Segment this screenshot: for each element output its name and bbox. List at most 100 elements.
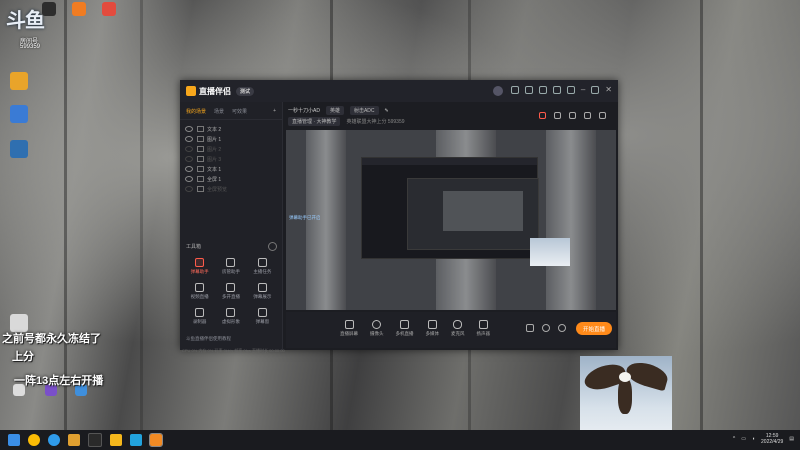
tool-room-manager[interactable]: 房管助手 — [215, 258, 246, 275]
notification-icon[interactable]: ▤ — [789, 436, 794, 442]
streaming-app-icon[interactable] — [149, 433, 163, 447]
bell-icon[interactable] — [584, 112, 591, 119]
source-item[interactable]: 全屏 1 — [180, 174, 282, 184]
desktop-icon[interactable] — [94, 2, 124, 16]
avatar-icon — [226, 308, 236, 317]
menu-icon[interactable] — [566, 86, 575, 94]
network-icon[interactable]: ▭ — [741, 436, 746, 442]
tab-effects[interactable]: 可效果 — [232, 108, 247, 115]
app-icon[interactable] — [88, 433, 102, 447]
tool-avatar[interactable]: 虚拟形象 — [215, 308, 246, 325]
settings-icon[interactable] — [569, 112, 576, 119]
multi-device-button[interactable]: 多机直播 — [396, 320, 414, 337]
tool-video-live[interactable]: 视频直播 — [184, 283, 215, 300]
volume-icon[interactable]: ◖ — [752, 436, 755, 442]
version-badge[interactable]: 测试 — [236, 86, 255, 96]
desktop-icon[interactable] — [4, 140, 34, 158]
close-icon[interactable]: ✕ — [605, 86, 612, 96]
desktop-icon[interactable] — [64, 2, 94, 16]
tool-danmu-display[interactable]: 弹幕展示 — [247, 283, 278, 300]
manage-pill[interactable]: 直播管理 · 大神教学 — [288, 117, 341, 126]
media-icon — [427, 320, 437, 329]
eye-icon[interactable] — [185, 166, 193, 172]
tutorial-link[interactable]: 斗鱼直播伴侣使用教程 — [186, 336, 231, 342]
wallpaper-streak — [64, 0, 67, 430]
desktop-icon[interactable] — [4, 72, 34, 90]
category-pill[interactable]: 英雄 — [325, 106, 344, 115]
toolbox-settings-icon[interactable] — [268, 242, 277, 251]
source-item[interactable]: 图片 1 — [180, 134, 282, 144]
stream-preview[interactable]: 弹幕助手已开启 — [286, 130, 616, 310]
source-item[interactable]: 文本 2 — [180, 124, 282, 134]
overlay-line: 之前号都永久冻结了 — [2, 333, 101, 345]
streaming-app-window: 直播伴侣 测试 – ✕ 我的场景 场景 可效果 + 文本 2 图片 1 图片 2… — [180, 80, 618, 353]
microphone-button[interactable]: 麦克风 — [451, 320, 465, 337]
taskbar: ^ ▭ ◖ 12:59 2022/4/29 ▤ — [0, 430, 800, 450]
eye-icon[interactable] — [185, 126, 193, 132]
app-icon[interactable] — [130, 434, 142, 446]
eye-icon[interactable] — [185, 176, 193, 182]
danmu-icon — [195, 258, 205, 267]
image-source-icon — [197, 156, 204, 162]
lock-icon[interactable] — [554, 112, 561, 119]
add-scene-icon[interactable]: + — [273, 108, 276, 115]
app-logo-icon — [186, 86, 196, 96]
mail-icon[interactable] — [510, 86, 519, 94]
folder-icon[interactable] — [68, 434, 80, 446]
share-icon[interactable] — [599, 112, 606, 119]
speaker-button[interactable]: 扬声器 — [477, 320, 490, 337]
tool-recorder[interactable]: 录制器 — [184, 308, 215, 325]
user-icon — [226, 258, 236, 267]
source-item[interactable]: 全屏预览 — [180, 184, 282, 194]
microphone-icon — [453, 320, 463, 329]
media-button[interactable]: 多媒体 — [426, 320, 439, 337]
header-actions — [539, 112, 606, 119]
screen-capture-button[interactable]: 直播屏幕 — [340, 320, 358, 337]
scene-panel: 我的场景 场景 可效果 + 文本 2 图片 1 图片 2 图片 3 文本 1 全… — [180, 102, 283, 350]
settings-icon[interactable] — [558, 324, 566, 332]
gift-icon[interactable] — [538, 86, 547, 94]
task-icon — [257, 258, 267, 267]
app-icon — [102, 2, 116, 16]
chevron-up-icon[interactable]: ^ — [733, 436, 735, 442]
start-live-button[interactable]: 开始直播 — [576, 322, 612, 335]
source-label: 图片 3 — [207, 156, 222, 163]
eye-off-icon[interactable] — [185, 156, 193, 162]
browser-icon[interactable] — [48, 434, 60, 446]
source-item[interactable]: 图片 2 — [180, 144, 282, 154]
desktop-icon[interactable] — [34, 2, 64, 16]
nested-inner-window — [407, 178, 539, 250]
minimize-icon[interactable]: – — [581, 86, 585, 96]
tool-anchor-task[interactable]: 主播任务 — [247, 258, 278, 275]
tool-multi-live[interactable]: 多开直播 — [215, 283, 246, 300]
skin-icon[interactable] — [552, 86, 561, 94]
tab-scene[interactable]: 场景 — [214, 108, 224, 115]
tool-danmu-window[interactable]: 弹幕窗 — [247, 308, 278, 325]
app-icon — [10, 72, 28, 90]
tool-danmu-assistant[interactable]: 弹幕助手 — [184, 258, 215, 275]
record-video-icon[interactable] — [526, 324, 534, 332]
app-icon[interactable] — [110, 434, 122, 446]
camera-button[interactable]: 摄像头 — [370, 320, 384, 337]
preview-chat: 弹幕助手已开启 — [289, 215, 321, 220]
eye-off-icon[interactable] — [185, 146, 193, 152]
tab-my-scene[interactable]: 我的场景 — [186, 108, 206, 115]
download-icon — [226, 283, 236, 292]
preview-eye-icon[interactable] — [542, 324, 550, 332]
eye-off-icon[interactable] — [185, 186, 193, 192]
eagle-thumbnail — [530, 238, 570, 266]
gift-icon[interactable] — [539, 112, 546, 119]
avatar[interactable] — [492, 86, 503, 96]
source-item[interactable]: 文本 1 — [180, 164, 282, 174]
desktop-icon[interactable] — [4, 105, 34, 123]
start-icon[interactable] — [8, 434, 20, 446]
edit-icon[interactable]: ✎ — [385, 108, 389, 114]
tag-pill[interactable]: 射击ADC — [349, 106, 379, 115]
room-title[interactable]: 一秒十刀小AD — [288, 107, 320, 114]
browser-icon[interactable] — [28, 434, 40, 446]
chat-icon[interactable] — [524, 86, 533, 94]
clock[interactable]: 12:59 2022/4/29 — [761, 433, 783, 445]
eye-icon[interactable] — [185, 136, 193, 142]
maximize-icon[interactable] — [591, 86, 600, 94]
source-item[interactable]: 图片 3 — [180, 154, 282, 164]
